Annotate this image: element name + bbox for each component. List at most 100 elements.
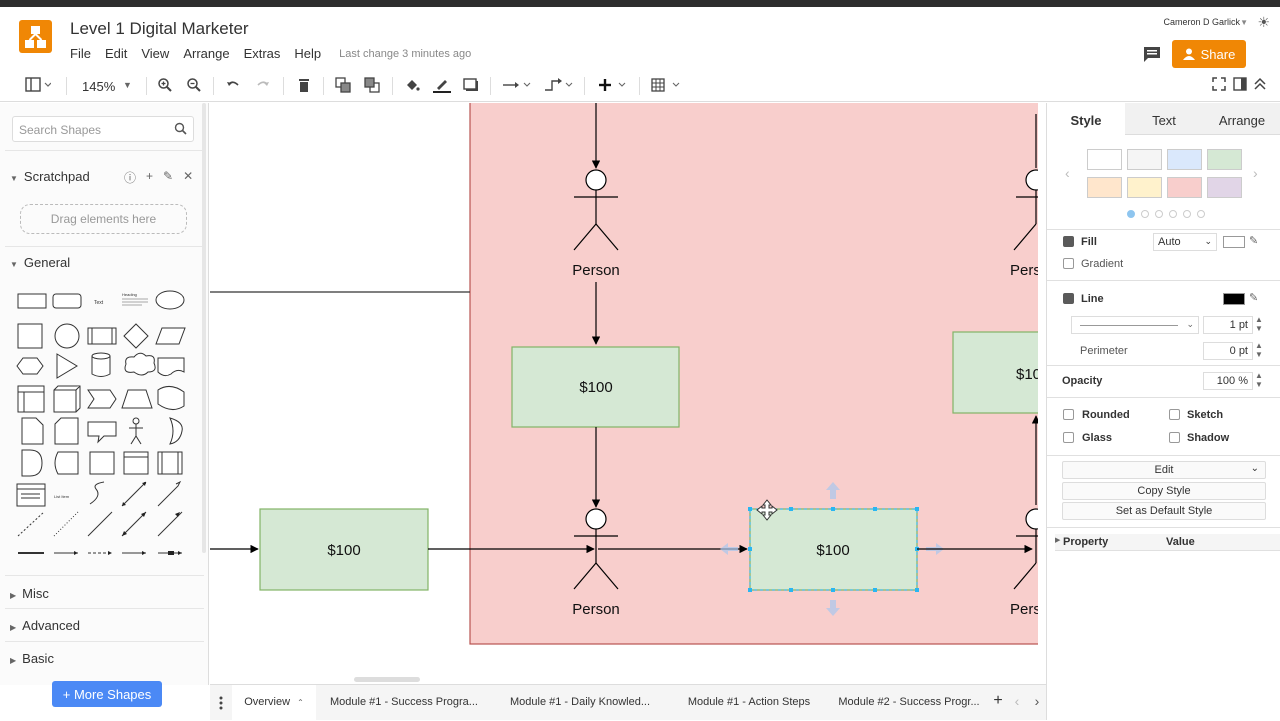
style-swatch[interactable]: [1207, 149, 1242, 170]
user-name[interactable]: Cameron D Garlick: [1163, 17, 1240, 27]
style-swatch[interactable]: [1167, 177, 1202, 198]
glass-checkbox[interactable]: [1063, 432, 1074, 443]
shadow-icon[interactable]: [463, 77, 479, 96]
zoom-dropdown-icon[interactable]: ▼: [123, 80, 132, 90]
opacity-input[interactable]: 100 %: [1203, 372, 1253, 390]
chevron-right-icon[interactable]: ▶: [1055, 536, 1060, 544]
shadow-checkbox[interactable]: [1169, 432, 1180, 443]
page-dot[interactable]: [1155, 210, 1163, 218]
zoom-level[interactable]: 145%: [82, 79, 115, 94]
edit-style-select[interactable]: Edit ⌄: [1062, 461, 1266, 479]
menu-help[interactable]: Help: [294, 46, 321, 61]
style-swatch[interactable]: [1127, 149, 1162, 170]
perimeter-stepper[interactable]: ▲ ▼: [1255, 341, 1263, 359]
menu-edit[interactable]: Edit: [105, 46, 127, 61]
last-change-text[interactable]: Last change 3 minutes ago: [339, 46, 471, 61]
canvas-horizontal-scrollbar[interactable]: [354, 677, 420, 682]
menu-view[interactable]: View: [141, 46, 169, 61]
eyedropper-icon[interactable]: ✎: [1249, 291, 1258, 304]
search-shapes-input[interactable]: Search Shapes: [12, 116, 194, 142]
menu-extras[interactable]: Extras: [244, 46, 281, 61]
theme-sun-icon[interactable]: ☀: [1257, 14, 1270, 31]
waypoints-icon[interactable]: [544, 77, 574, 96]
zoom-out-icon[interactable]: [186, 77, 202, 96]
share-button[interactable]: Share: [1172, 40, 1246, 68]
sidebar-scrollbar[interactable]: [202, 103, 206, 553]
chevron-right-icon[interactable]: ›: [1253, 165, 1258, 181]
scratchpad-header[interactable]: ▼ Scratchpad: [10, 169, 90, 184]
scratchpad-drop-area[interactable]: Drag elements here: [20, 204, 187, 234]
diagram-canvas[interactable]: Person $100 Person $100 $100 Pers $10 Pe…: [210, 103, 1038, 683]
pages-menu-icon[interactable]: [210, 685, 232, 721]
format-panel-toggle-icon[interactable]: [25, 77, 52, 96]
general-shapes-grid[interactable]: Text Heading List Item: [12, 286, 192, 561]
line-color-icon[interactable]: [433, 77, 451, 96]
format-panel-icon[interactable]: [1233, 77, 1247, 94]
style-swatch[interactable]: [1167, 149, 1202, 170]
undo-icon[interactable]: [225, 77, 241, 96]
general-header[interactable]: ▼ General: [10, 255, 70, 270]
fill-select[interactable]: Auto ⌄: [1153, 233, 1217, 251]
fill-checkbox[interactable]: [1063, 236, 1074, 247]
perimeter-input[interactable]: 0 pt: [1203, 342, 1253, 360]
copy-style-button[interactable]: Copy Style: [1062, 482, 1266, 500]
more-shapes-button[interactable]: + More Shapes: [52, 681, 162, 707]
user-dropdown-icon[interactable]: ▼: [1240, 18, 1248, 27]
document-title[interactable]: Level 1 Digital Marketer: [70, 19, 249, 39]
add-icon[interactable]: +: [146, 169, 153, 186]
menu-file[interactable]: File: [70, 46, 91, 61]
text-shape-icon[interactable]: Text: [94, 300, 104, 306]
eyedropper-icon[interactable]: ✎: [1249, 234, 1258, 247]
to-front-icon[interactable]: [335, 77, 351, 96]
page-dot[interactable]: [1183, 210, 1191, 218]
style-swatch[interactable]: [1087, 177, 1122, 198]
gradient-checkbox[interactable]: [1063, 258, 1074, 269]
basic-header[interactable]: ▶ Basic: [10, 651, 54, 666]
sketch-checkbox[interactable]: [1169, 409, 1180, 420]
tab-text[interactable]: Text: [1125, 103, 1203, 135]
fullscreen-icon[interactable]: [1212, 77, 1226, 94]
page-tab-overview[interactable]: Overview ⌃: [232, 685, 316, 721]
style-swatch[interactable]: [1207, 177, 1242, 198]
help-icon[interactable]: ⓘ: [124, 169, 136, 186]
heading-shape-icon[interactable]: Heading: [122, 292, 137, 297]
page-dot[interactable]: [1141, 210, 1149, 218]
page-tab[interactable]: Module #1 - Action Steps: [672, 685, 826, 721]
page-tab[interactable]: Module #1 - Success Progra...: [318, 685, 490, 721]
edit-pencil-icon[interactable]: ✎: [163, 169, 173, 186]
chevron-up-icon[interactable]: ⌃: [297, 698, 304, 707]
menu-arrange[interactable]: Arrange: [183, 46, 229, 61]
fill-color-icon[interactable]: [404, 77, 420, 96]
close-icon[interactable]: ✕: [183, 169, 193, 186]
page-dot[interactable]: [1197, 210, 1205, 218]
set-default-style-button[interactable]: Set as Default Style: [1062, 502, 1266, 520]
advanced-header[interactable]: ▶ Advanced: [10, 618, 80, 633]
insert-icon[interactable]: [597, 77, 631, 96]
collapse-chevron-icon[interactable]: [1253, 77, 1267, 94]
redo-icon[interactable]: [255, 77, 271, 96]
connection-style-icon[interactable]: [502, 77, 532, 96]
line-pattern-select[interactable]: ⌄: [1071, 316, 1199, 334]
page-tab[interactable]: Module #2 - Success Progr...: [830, 685, 988, 721]
chevron-right-icon[interactable]: ›: [1028, 685, 1046, 721]
to-back-icon[interactable]: [364, 77, 380, 96]
opacity-stepper[interactable]: ▲ ▼: [1255, 371, 1263, 389]
add-page-icon[interactable]: +: [988, 685, 1008, 721]
list-item-shape-icon[interactable]: List Item: [54, 494, 70, 499]
line-width-input[interactable]: 1 pt: [1203, 316, 1253, 334]
rounded-checkbox[interactable]: [1063, 409, 1074, 420]
zoom-in-icon[interactable]: [157, 77, 173, 96]
search-icon[interactable]: [174, 122, 187, 138]
page-dot[interactable]: [1169, 210, 1177, 218]
delete-icon[interactable]: [296, 77, 312, 96]
table-icon[interactable]: [651, 77, 685, 96]
style-swatch[interactable]: [1087, 149, 1122, 170]
chevron-left-icon[interactable]: ‹: [1008, 685, 1026, 721]
tab-style[interactable]: Style: [1047, 103, 1125, 135]
comments-icon[interactable]: [1142, 45, 1162, 63]
fill-color-swatch[interactable]: [1223, 236, 1245, 248]
drawio-logo[interactable]: [19, 20, 52, 53]
line-checkbox[interactable]: [1063, 293, 1074, 304]
page-dot[interactable]: [1127, 210, 1135, 218]
style-swatch[interactable]: [1127, 177, 1162, 198]
